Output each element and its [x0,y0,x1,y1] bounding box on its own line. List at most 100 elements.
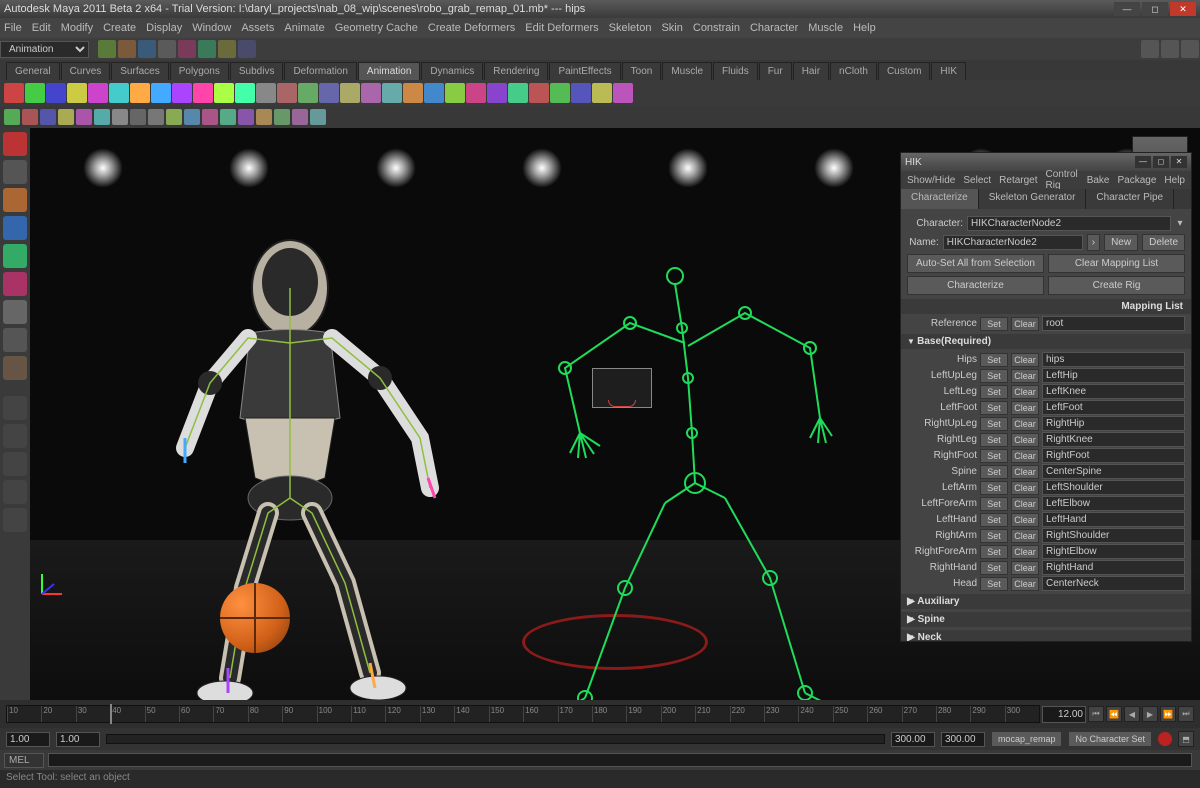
shelf-tool-icon[interactable] [4,83,24,103]
shelf-tab-custom[interactable]: Custom [878,62,930,80]
name-browse-button[interactable]: › [1087,234,1100,251]
spine-section[interactable]: ▶ Spine [901,612,1191,627]
clear-button[interactable]: Clear [1011,545,1039,559]
panel-tool-icon[interactable] [292,109,308,125]
joint-value[interactable]: LeftShoulder [1042,480,1185,495]
joint-value[interactable]: RightShoulder [1042,528,1185,543]
panel-tool-icon[interactable] [166,109,182,125]
play-back-icon[interactable]: ◀ [1124,706,1140,722]
menu-help[interactable]: Help [853,22,876,34]
set-button[interactable]: Set [980,417,1008,431]
script-mode-selector[interactable]: MEL [4,753,44,768]
clear-button[interactable]: Clear [1011,417,1039,431]
clear-button[interactable]: Clear [1011,529,1039,543]
menu-constrain[interactable]: Constrain [693,22,740,34]
rewind-end-icon[interactable]: ⏭ [1178,706,1194,722]
menu-skeleton[interactable]: Skeleton [609,22,652,34]
panel-tool-icon[interactable] [76,109,92,125]
shelf-tab-animation[interactable]: Animation [358,62,420,80]
set-button[interactable]: Set [980,401,1008,415]
manip-tool-icon[interactable] [3,300,27,324]
hik-menu-package[interactable]: Package [1118,175,1157,186]
range-slider[interactable] [106,734,885,744]
shelf-tool-icon[interactable] [382,83,402,103]
auxiliary-section[interactable]: ▶ Auxiliary [901,594,1191,609]
layout-outliner-icon[interactable] [3,480,27,504]
menu-character[interactable]: Character [750,22,798,34]
clear-button[interactable]: Clear [1011,353,1039,367]
current-frame-field[interactable] [1042,706,1086,723]
hik-minimize-icon[interactable]: — [1135,156,1151,168]
panel-tool-icon[interactable] [112,109,128,125]
shelf-tool-icon[interactable] [529,83,549,103]
select-tool-icon[interactable] [3,132,27,156]
shelf-tab-painteffects[interactable]: PaintEffects [549,62,620,80]
shelf-icon[interactable] [198,40,216,58]
set-button[interactable]: Set [980,529,1008,543]
hik-menu-control-rig[interactable]: Control Rig [1046,169,1079,191]
clear-button[interactable]: Clear [1011,497,1039,511]
set-button[interactable]: Set [980,369,1008,383]
set-button[interactable]: Set [980,449,1008,463]
joint-value[interactable]: LeftHand [1042,512,1185,527]
shelf-icon[interactable] [178,40,196,58]
shelf-tool-icon[interactable] [88,83,108,103]
panel-tool-icon[interactable] [4,109,20,125]
menu-window[interactable]: Window [192,22,231,34]
shelf-tool-icon[interactable] [550,83,570,103]
shelf-icon[interactable] [238,40,256,58]
panel-tool-icon[interactable] [22,109,38,125]
shelf-tab-polygons[interactable]: Polygons [170,62,229,80]
shelf-icon[interactable] [1161,40,1179,58]
joint-value[interactable]: LeftKnee [1042,384,1185,399]
joint-value[interactable]: CenterSpine [1042,464,1185,479]
joint-value[interactable]: RightFoot [1042,448,1185,463]
layout-single-icon[interactable] [3,396,27,420]
playback-end-field[interactable] [891,732,935,747]
clear-button[interactable]: Clear [1011,465,1039,479]
hik-close-icon[interactable]: ✕ [1171,156,1187,168]
characterize-button[interactable]: Characterize [907,276,1044,295]
panel-tool-icon[interactable] [130,109,146,125]
menu-assets[interactable]: Assets [241,22,274,34]
hik-panel[interactable]: HIK — ◻ ✕ Show/HideSelectRetargetControl… [900,152,1192,642]
set-button[interactable]: Set [980,481,1008,495]
set-button[interactable]: Set [980,317,1008,331]
shelf-tab-hik[interactable]: HIK [931,62,966,80]
character-dropdown[interactable] [967,216,1171,231]
shelf-tool-icon[interactable] [277,83,297,103]
command-input[interactable] [48,753,1192,767]
shelf-icon[interactable] [218,40,236,58]
shelf-tool-icon[interactable] [151,83,171,103]
shelf-tab-surfaces[interactable]: Surfaces [111,62,168,80]
shelf-tool-icon[interactable] [445,83,465,103]
shelf-tab-muscle[interactable]: Muscle [662,62,712,80]
shelf-tool-icon[interactable] [130,83,150,103]
lasso-tool-icon[interactable] [3,160,27,184]
set-button[interactable]: Set [980,513,1008,527]
panel-tool-icon[interactable] [202,109,218,125]
menu-edit-deformers[interactable]: Edit Deformers [525,22,598,34]
character-set-selector[interactable]: No Character Set [1068,731,1152,747]
shelf-tool-icon[interactable] [235,83,255,103]
shelf-tab-hair[interactable]: Hair [793,62,829,80]
anim-layer-selector[interactable]: mocap_remap [991,731,1063,747]
step-forward-icon[interactable]: ⏩ [1160,706,1176,722]
soft-tool-icon[interactable] [3,328,27,352]
shelf-icon[interactable] [98,40,116,58]
maximize-button[interactable]: ◻ [1142,2,1168,16]
menu-create[interactable]: Create [103,22,136,34]
shelf-icon[interactable] [138,40,156,58]
hik-menu-bake[interactable]: Bake [1087,175,1110,186]
panel-tool-icon[interactable] [58,109,74,125]
shelf-tool-icon[interactable] [403,83,423,103]
set-button[interactable]: Set [980,385,1008,399]
panel-tool-icon[interactable] [94,109,110,125]
menu-create-deformers[interactable]: Create Deformers [428,22,515,34]
panel-tool-icon[interactable] [274,109,290,125]
menu-edit[interactable]: Edit [32,22,51,34]
shelf-tool-icon[interactable] [613,83,633,103]
last-tool-icon[interactable] [3,356,27,380]
delete-button[interactable]: Delete [1142,234,1185,251]
shelf-tab-fur[interactable]: Fur [759,62,792,80]
